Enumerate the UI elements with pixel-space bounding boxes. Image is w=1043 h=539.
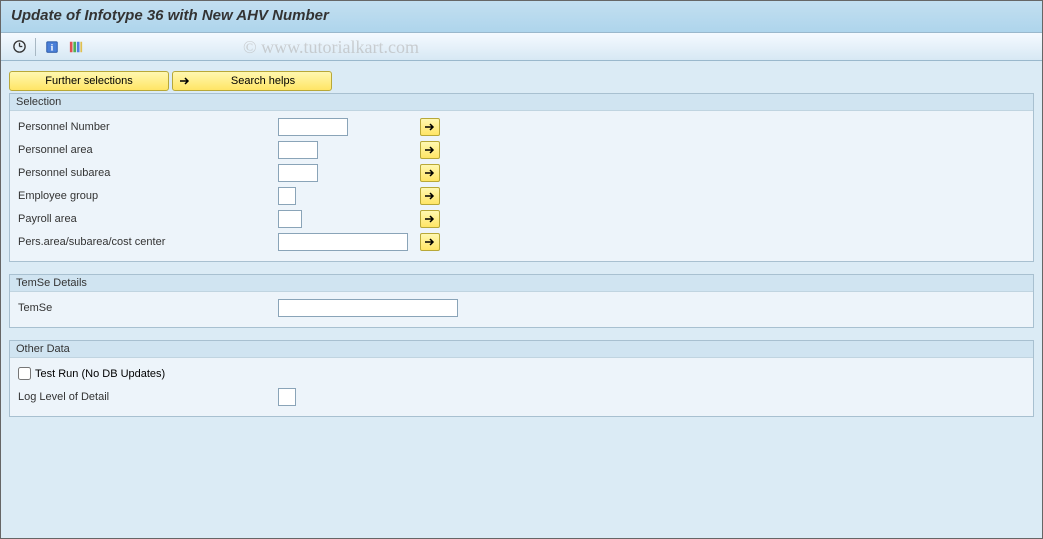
personnel-subarea-label: Personnel subarea	[16, 167, 278, 179]
personnel-number-label: Personnel Number	[16, 121, 278, 133]
svg-text:i: i	[51, 42, 54, 53]
personnel-area-multiselect-button[interactable]	[420, 141, 440, 159]
execute-icon[interactable]	[9, 37, 29, 57]
field-row-employee-group: Employee group	[16, 184, 1027, 207]
test-run-label: Test Run (No DB Updates)	[35, 368, 165, 380]
field-row-pers-area-sub-cc: Pers.area/subarea/cost center	[16, 230, 1027, 253]
personnel-area-input[interactable]	[278, 141, 318, 159]
temse-group-header: TemSe Details	[10, 275, 1033, 292]
payroll-area-multiselect-button[interactable]	[420, 210, 440, 228]
personnel-subarea-multiselect-button[interactable]	[420, 164, 440, 182]
field-row-temse: TemSe	[16, 296, 1027, 319]
pers-area-sub-cc-input[interactable]	[278, 233, 408, 251]
button-row: Further selections Search helps	[9, 71, 1034, 91]
temse-input[interactable]	[278, 299, 458, 317]
personnel-subarea-input[interactable]	[278, 164, 318, 182]
search-helps-button[interactable]: Search helps	[172, 71, 332, 91]
selection-group-header: Selection	[10, 94, 1033, 111]
test-run-checkbox[interactable]	[18, 367, 31, 380]
field-row-personnel-subarea: Personnel subarea	[16, 161, 1027, 184]
other-data-group: Other Data Test Run (No DB Updates) Log …	[9, 340, 1034, 417]
search-helps-label: Search helps	[195, 75, 331, 87]
arrow-right-icon	[179, 76, 191, 86]
field-row-test-run: Test Run (No DB Updates)	[16, 362, 1027, 385]
log-level-input[interactable]	[278, 388, 296, 406]
personnel-number-input[interactable]	[278, 118, 348, 136]
temse-group: TemSe Details TemSe	[9, 274, 1034, 328]
employee-group-input[interactable]	[278, 187, 296, 205]
payroll-area-input[interactable]	[278, 210, 302, 228]
employee-group-multiselect-button[interactable]	[420, 187, 440, 205]
field-row-personnel-area: Personnel area	[16, 138, 1027, 161]
personnel-number-multiselect-button[interactable]	[420, 118, 440, 136]
payroll-area-label: Payroll area	[16, 213, 278, 225]
temse-label: TemSe	[16, 302, 278, 314]
title-bar: Update of Infotype 36 with New AHV Numbe…	[1, 1, 1042, 33]
personnel-area-label: Personnel area	[16, 144, 278, 156]
app-toolbar: i	[1, 33, 1042, 61]
employee-group-label: Employee group	[16, 190, 278, 202]
pers-area-sub-cc-label: Pers.area/subarea/cost center	[16, 236, 278, 248]
pers-area-sub-cc-multiselect-button[interactable]	[420, 233, 440, 251]
options-icon[interactable]	[66, 37, 86, 57]
toolbar-separator	[35, 38, 36, 56]
field-row-personnel-number: Personnel Number	[16, 115, 1027, 138]
content-area: Further selections Search helps Selectio…	[1, 61, 1042, 439]
page-title: Update of Infotype 36 with New AHV Numbe…	[11, 7, 1032, 24]
other-data-group-header: Other Data	[10, 341, 1033, 358]
field-row-log-level: Log Level of Detail	[16, 385, 1027, 408]
info-icon[interactable]: i	[42, 37, 62, 57]
further-selections-button[interactable]: Further selections	[9, 71, 169, 91]
field-row-payroll-area: Payroll area	[16, 207, 1027, 230]
further-selections-label: Further selections	[45, 75, 132, 87]
selection-group: Selection Personnel Number Personnel are…	[9, 93, 1034, 262]
log-level-label: Log Level of Detail	[16, 391, 278, 403]
